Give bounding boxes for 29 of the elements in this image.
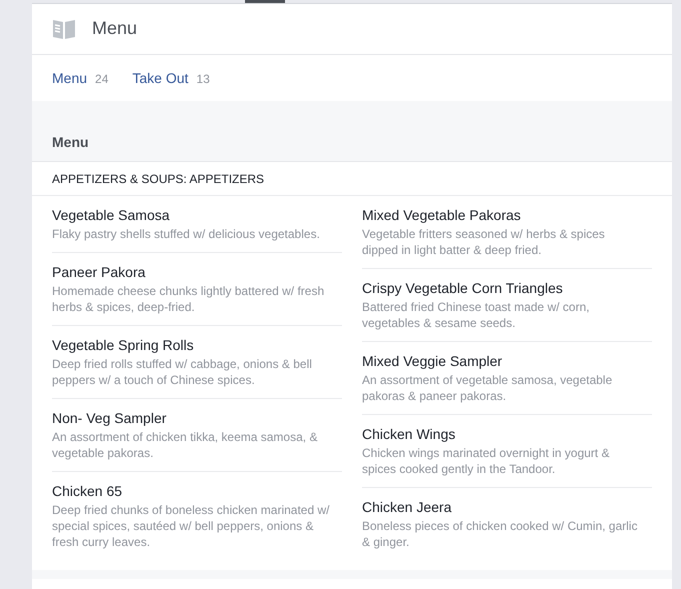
- book-icon: [52, 18, 76, 40]
- active-tab-indicator: [245, 0, 285, 3]
- category-heading: APPETIZERS & SOUPS: APPETIZERS: [52, 170, 264, 188]
- dish-description: Boneless pieces of chicken cooked w/ Cumin, garlic & ginger.: [362, 518, 638, 550]
- dish-name: Chicken Wings: [362, 425, 456, 444]
- menu-heading: Menu: [52, 134, 89, 151]
- dish-description: Vegetable fritters seasoned w/ herbs & spices dipped in light batter & deep fried.: [362, 226, 606, 258]
- dish-description: Deep fried rolls stuffed w/ cabbage, onions & bell peppers w/ a touch of Chinese spices.: [52, 356, 313, 388]
- dish-description: An assortment of chicken tikka, keema samosa, & vegetable pakoras.: [52, 429, 318, 461]
- dish-name: Mixed Veggie Sampler: [362, 352, 504, 371]
- menu-tab[interactable]: Take Out: [132, 68, 188, 88]
- dish-name: Chicken Jeera: [362, 498, 452, 517]
- section-title: Menu: [92, 18, 138, 40]
- item-count: 13: [196, 70, 210, 88]
- dish-name: Non- Veg Sampler: [52, 409, 168, 428]
- dish-name: Vegetable Samosa: [52, 206, 171, 225]
- item-count: 24: [95, 70, 108, 88]
- dish-description: Deep fried chunks of boneless chicken marinated w/ special spices, sautéed w/ bell peppers, onions & fresh curry leaves.: [52, 502, 330, 550]
- dish-name: Crispy Vegetable Corn Triangles: [362, 279, 564, 298]
- dish-description: Homemade cheese chunks lightly battered w/ fresh herbs & spices, deep-fried.: [52, 283, 326, 315]
- dish-description: An assortment of vegetable samosa, vegetable pakoras & paneer pakoras.: [362, 372, 614, 404]
- dish-name: Mixed Vegetable Pakoras: [362, 206, 522, 225]
- dish-description: Chicken wings marinated overnight in yogurt & spices cooked gently in the Tandoor.: [362, 445, 610, 477]
- menu-tab[interactable]: Menu: [52, 68, 88, 88]
- dish-description: Flaky pastry shells stuffed w/ delicious vegetables.: [52, 226, 321, 242]
- dish-description: Battered fried Chinese toast made w/ corn, vegetables & sesame seeds.: [362, 299, 590, 331]
- dish-name: Paneer Pakora: [52, 263, 146, 282]
- dish-name: Chicken 65: [52, 482, 124, 501]
- dish-name: Vegetable Spring Rolls: [52, 336, 195, 355]
